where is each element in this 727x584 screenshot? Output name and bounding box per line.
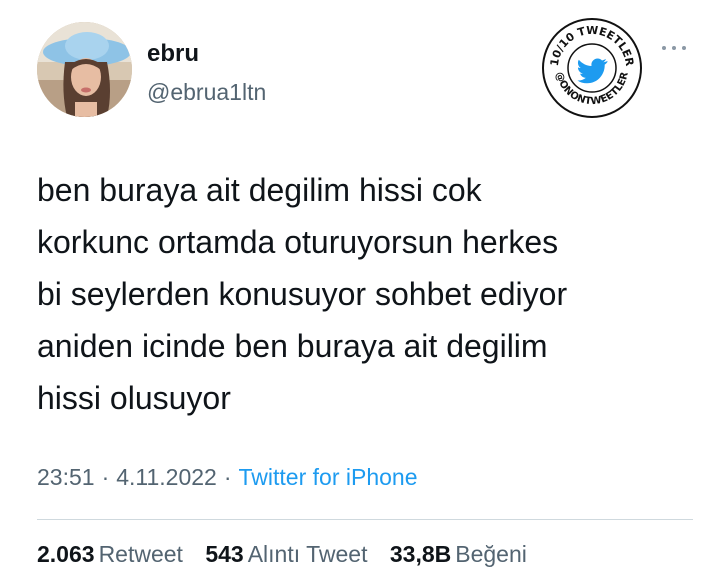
more-horizontal-icon bbox=[662, 46, 686, 50]
tweet-text: ben buraya ait degilim hissi cok korkunc… bbox=[37, 164, 707, 424]
author-handle[interactable]: @ebrua1ltn bbox=[147, 78, 266, 106]
retweets-count: 2.063 bbox=[37, 541, 95, 567]
avatar[interactable] bbox=[37, 22, 132, 117]
tweet-text-line: hissi olusuyor bbox=[37, 380, 231, 416]
more-options-button[interactable] bbox=[659, 38, 689, 58]
meta-separator: · bbox=[223, 464, 232, 490]
quotes-stat[interactable]: 543 Alıntı Tweet bbox=[205, 539, 367, 569]
tweet-text-line: bi seylerden konusuyor sohbet ediyor bbox=[37, 276, 568, 312]
author-display-name[interactable]: ebru bbox=[147, 40, 199, 68]
quotes-label: Alıntı Tweet bbox=[247, 541, 368, 567]
divider bbox=[37, 519, 693, 520]
retweets-stat[interactable]: 2.063 Retweet bbox=[37, 539, 183, 569]
tweet-date[interactable]: 4.11.2022 bbox=[116, 464, 217, 490]
tweet-text-line: aniden icinde ben buraya ait degilim bbox=[37, 328, 548, 364]
likes-label: Beğeni bbox=[455, 541, 527, 567]
likes-stat[interactable]: 33,8B Beğeni bbox=[390, 539, 527, 569]
avatar-photo bbox=[37, 22, 132, 117]
likes-count: 33,8B bbox=[389, 541, 452, 567]
tweet-meta: 23:51 · 4.11.2022 · Twitter for iPhone bbox=[37, 462, 418, 492]
watermark-badge: 10/10 TWEETLER @ONONTWEETLER bbox=[541, 17, 643, 119]
tweet-text-line: korkunc ortamda oturuyorsun herkes bbox=[37, 224, 559, 260]
meta-separator: · bbox=[101, 464, 110, 490]
retweets-label: Retweet bbox=[98, 541, 183, 567]
tweet-time[interactable]: 23:51 bbox=[37, 464, 95, 490]
tweet-source-link[interactable]: Twitter for iPhone bbox=[239, 464, 418, 490]
quotes-count: 543 bbox=[205, 541, 244, 567]
tweet-text-line: ben buraya ait degilim hissi cok bbox=[37, 172, 482, 208]
engagement-stats: 2.063 Retweet 543 Alıntı Tweet 33,8B Beğeni bbox=[37, 539, 543, 569]
